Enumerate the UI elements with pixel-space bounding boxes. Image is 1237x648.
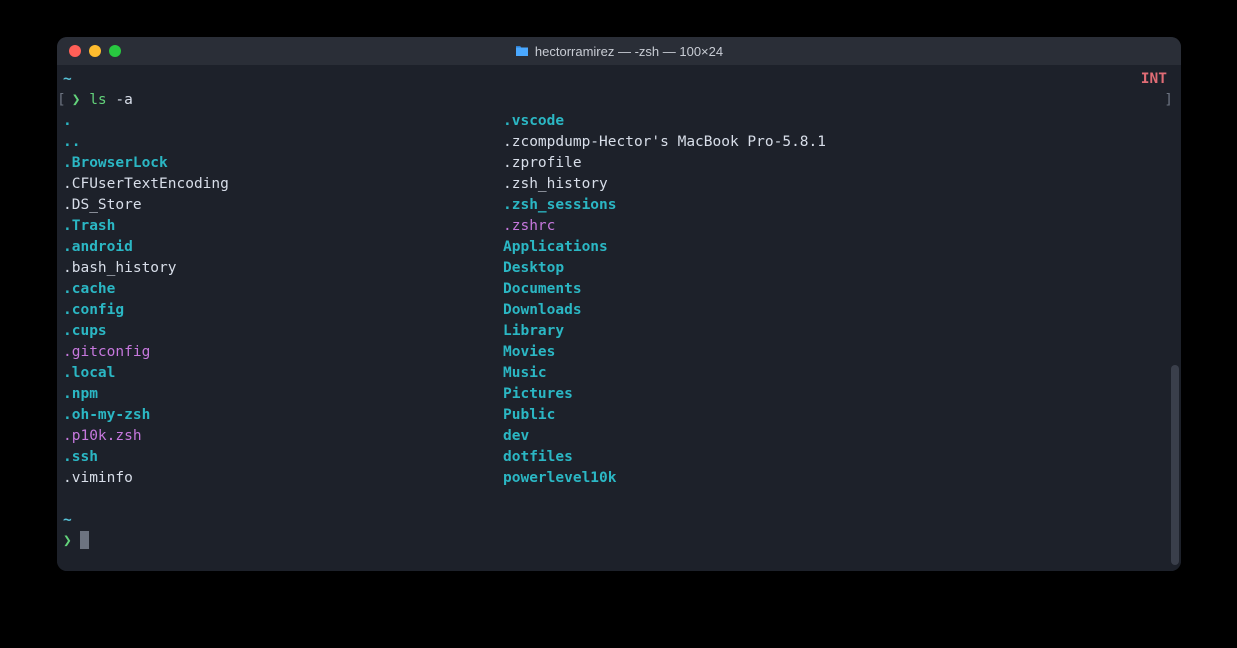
list-item: .zsh_sessions xyxy=(503,195,826,216)
list-item: .DS_Store xyxy=(63,195,503,216)
zoom-button[interactable] xyxy=(109,45,121,57)
list-item: .viminfo xyxy=(63,468,503,489)
list-item: Downloads xyxy=(503,300,826,321)
list-item: Documents xyxy=(503,279,826,300)
list-item: .android xyxy=(63,237,503,258)
list-item: .config xyxy=(63,300,503,321)
list-item: . xyxy=(63,111,503,132)
list-item: .zsh_history xyxy=(503,174,826,195)
list-item: .npm xyxy=(63,384,503,405)
window-title-text: hectorramirez — -zsh — 100×24 xyxy=(535,41,723,62)
list-item: Pictures xyxy=(503,384,826,405)
command-name: ls xyxy=(89,92,106,108)
ls-column-1: ....BrowserLock.CFUserTextEncoding.DS_St… xyxy=(63,111,503,489)
list-item: Desktop xyxy=(503,258,826,279)
list-item: .zshrc xyxy=(503,216,826,237)
list-item: .cache xyxy=(63,279,503,300)
command-line: ❯ ls -a xyxy=(63,90,1175,111)
list-item: .gitconfig xyxy=(63,342,503,363)
list-item: Movies xyxy=(503,342,826,363)
list-item: .CFUserTextEncoding xyxy=(63,174,503,195)
prompt-arrow-icon: ❯ xyxy=(63,533,72,549)
list-item: .vscode xyxy=(503,111,826,132)
status-indicator: INT xyxy=(1141,69,1167,90)
cwd-tilde: ~ xyxy=(63,512,72,528)
list-item: Public xyxy=(503,405,826,426)
ls-column-2: .vscode.zcompdump-Hector's MacBook Pro-5… xyxy=(503,111,826,489)
terminal-window: hectorramirez — -zsh — 100×24 INT ~ [ ] … xyxy=(57,37,1181,571)
folder-icon xyxy=(515,45,529,57)
scrollbar[interactable] xyxy=(1171,365,1179,565)
list-item: .bash_history xyxy=(63,258,503,279)
list-item: powerlevel10k xyxy=(503,468,826,489)
titlebar: hectorramirez — -zsh — 100×24 xyxy=(57,37,1181,65)
prompt-right-bracket: ] xyxy=(1164,90,1173,111)
list-item: .Trash xyxy=(63,216,503,237)
window-title: hectorramirez — -zsh — 100×24 xyxy=(57,41,1181,62)
minimize-button[interactable] xyxy=(89,45,101,57)
list-item: .zcompdump-Hector's MacBook Pro-5.8.1 xyxy=(503,132,826,153)
prompt-arrow-icon: ❯ xyxy=(72,92,81,108)
list-item: .zprofile xyxy=(503,153,826,174)
traffic-lights xyxy=(57,45,121,57)
list-item: Library xyxy=(503,321,826,342)
list-item: dotfiles xyxy=(503,447,826,468)
list-item: Applications xyxy=(503,237,826,258)
close-button[interactable] xyxy=(69,45,81,57)
list-item: .. xyxy=(63,132,503,153)
list-item: .p10k.zsh xyxy=(63,426,503,447)
list-item: dev xyxy=(503,426,826,447)
terminal-body[interactable]: INT ~ [ ] ❯ ls -a ....BrowserLock.CFUser… xyxy=(57,65,1181,571)
prompt-left-bracket: [ xyxy=(57,90,66,111)
cursor xyxy=(80,531,89,549)
list-item: .ssh xyxy=(63,447,503,468)
list-item: Music xyxy=(503,363,826,384)
list-item: .BrowserLock xyxy=(63,153,503,174)
command-arg: -a xyxy=(115,92,132,108)
list-item: .local xyxy=(63,363,503,384)
cwd-tilde: ~ xyxy=(63,71,72,87)
list-item: .cups xyxy=(63,321,503,342)
list-item: .oh-my-zsh xyxy=(63,405,503,426)
ls-output: ....BrowserLock.CFUserTextEncoding.DS_St… xyxy=(63,111,1175,489)
prompt-line[interactable]: ❯ xyxy=(63,531,1175,552)
